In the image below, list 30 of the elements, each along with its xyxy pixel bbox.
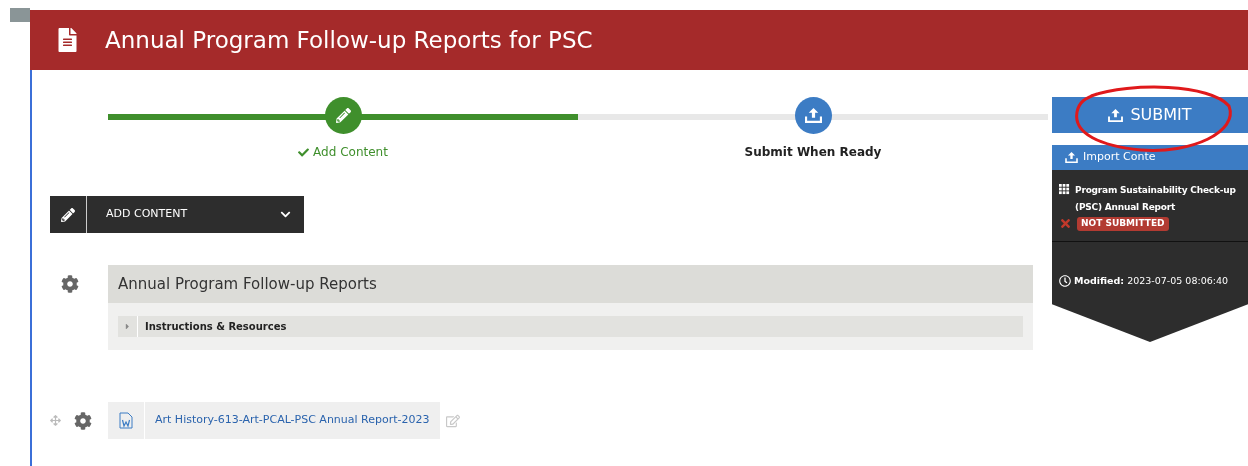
upload-icon: [1108, 108, 1124, 122]
pencil-icon: [335, 108, 351, 123]
accordion-header[interactable]: Instructions & Resources: [118, 316, 1023, 337]
settings-icon[interactable]: [61, 275, 79, 293]
corner-square: [10, 8, 30, 22]
add-content-dropdown[interactable]: ADD CONTENT: [87, 196, 304, 233]
word-file-icon: [119, 412, 133, 429]
chevron-icon: [280, 209, 291, 220]
document-icon: [58, 28, 77, 52]
upload-icon: [1065, 152, 1078, 163]
section-title: Annual Program Follow-up Reports: [108, 265, 1033, 303]
document-link[interactable]: Art History-613-Art-PCAL-PSC Annual Report-2023: [145, 412, 440, 429]
caret-icon: [123, 322, 132, 331]
page-title: Annual Program Follow-up Reports for PSC: [105, 25, 593, 55]
submit-button[interactable]: SUBMIT: [1052, 97, 1248, 133]
pencil-button[interactable]: [50, 196, 87, 233]
step-label: Submit When Ready: [744, 144, 882, 161]
modified-label: Modified:: [1074, 273, 1125, 288]
cross-icon: [1059, 217, 1072, 231]
pencil-icon: [61, 207, 75, 222]
status-badge: NOT SUBMITTED: [1077, 217, 1169, 231]
check-icon: [298, 146, 310, 158]
import-content-button[interactable]: Import Conte: [1052, 145, 1248, 170]
grid-icon: [1059, 184, 1070, 195]
step-label: Add Content: [313, 144, 388, 161]
settings-icon[interactable]: [74, 411, 92, 430]
form-title: Program Sustainability Check-up (PSC) Annual Report: [1075, 184, 1237, 214]
clock-icon: [1059, 274, 1071, 287]
modified-value: 2023-07-05 08:06:40: [1127, 273, 1229, 288]
upload-icon: [804, 108, 822, 123]
